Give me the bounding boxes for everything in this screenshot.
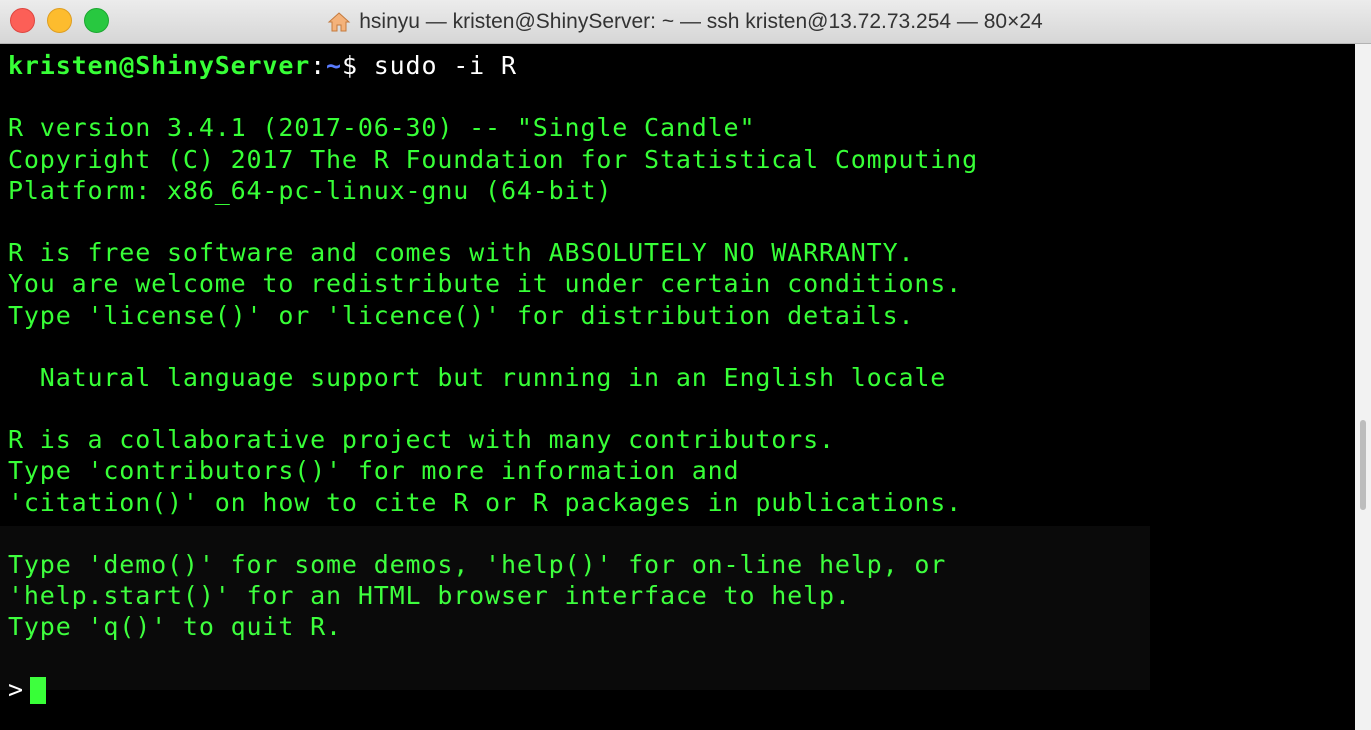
zoom-button[interactable] [84, 8, 109, 33]
terminal-window: hsinyu — kristen@ShinyServer: ~ — ssh kr… [0, 0, 1371, 730]
terminal-content[interactable]: kristen@ShinyServer:~$ sudo -i R R versi… [0, 44, 1355, 730]
output-line: You are welcome to redistribute it under… [8, 269, 963, 299]
title-bar[interactable]: hsinyu — kristen@ShinyServer: ~ — ssh kr… [0, 0, 1371, 44]
minimize-button[interactable] [47, 8, 72, 33]
output-line: Platform: x86_64-pc-linux-gnu (64-bit) [8, 175, 613, 205]
prompt-path: ~ [326, 51, 342, 80]
scrollbar-thumb[interactable] [1360, 420, 1366, 510]
output-line: R is a collaborative project with many c… [8, 425, 835, 455]
prompt-command: sudo -i R [357, 51, 517, 80]
shell-prompt-line: kristen@ShinyServer:~$ sudo -i R [8, 50, 1355, 81]
window-title: hsinyu — kristen@ShinyServer: ~ — ssh kr… [359, 10, 1043, 33]
output-line: R version 3.4.1 (2017-06-30) -- "Single … [8, 113, 756, 143]
output-line: Natural language support but running in … [8, 362, 947, 392]
home-icon [327, 12, 351, 32]
output-line: Type 'license()' or 'licence()' for dist… [8, 300, 915, 330]
close-button[interactable] [10, 8, 35, 33]
output-line: Copyright (C) 2017 The R Foundation for … [8, 144, 978, 174]
prompt-symbol: $ [341, 51, 358, 80]
output-line: R is free software and comes with ABSOLU… [8, 238, 915, 268]
background-window-shadow [0, 526, 1150, 690]
prompt-separator: : [310, 51, 327, 80]
prompt-user-host: kristen@ShinyServer [8, 51, 311, 80]
window-title-group: hsinyu — kristen@ShinyServer: ~ — ssh kr… [250, 0, 1120, 44]
output-line: Type 'contributors()' for more informati… [8, 456, 740, 486]
output-line: 'citation()' on how to cite R or R packa… [8, 487, 963, 517]
background-window-edge [1355, 44, 1371, 730]
